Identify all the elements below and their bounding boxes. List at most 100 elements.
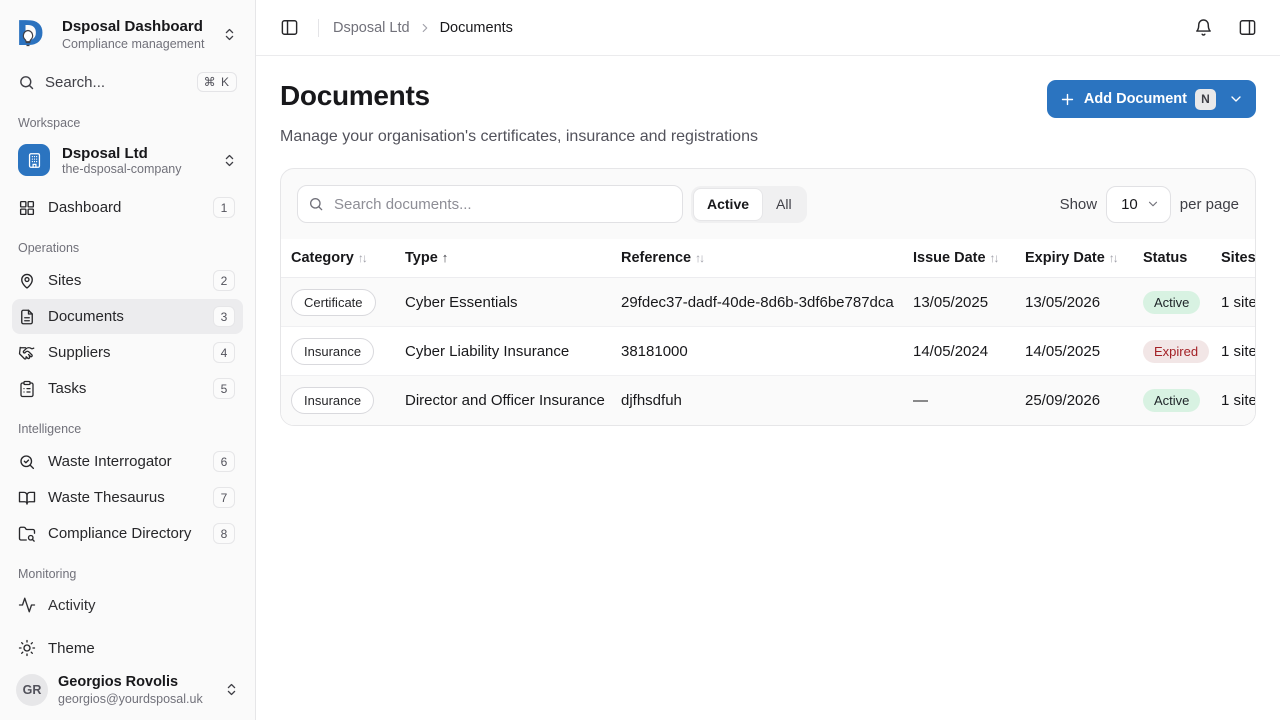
sidebar-item-compliance-directory[interactable]: Compliance Directory 8 — [12, 516, 243, 551]
chevrons-up-down-icon — [222, 27, 237, 42]
workspace-switcher[interactable]: Dsposal Ltd the-dsposal-company — [12, 138, 243, 182]
clipboard-list-icon — [18, 380, 36, 398]
map-pin-icon — [18, 272, 36, 290]
chevron-down-icon[interactable] — [1228, 91, 1244, 107]
issue-date-cell: — — [903, 376, 1015, 425]
tab-active[interactable]: Active — [693, 188, 763, 221]
handshake-icon — [18, 344, 36, 362]
sites-cell: 1 site — [1211, 376, 1256, 425]
panel-right-icon — [1238, 18, 1257, 37]
search-label: Search... — [45, 74, 187, 91]
page-size-value: 10 — [1121, 196, 1138, 213]
reference-cell: 38181000 — [611, 327, 903, 376]
chevron-down-icon — [1146, 197, 1160, 211]
shortcut-badge: 3 — [213, 306, 235, 327]
sidebar-item-waste-thesaurus[interactable]: Waste Thesaurus 7 — [12, 480, 243, 515]
dsposal-logo-icon: D — [16, 14, 52, 54]
status-badge: Expired — [1143, 340, 1209, 363]
expiry-date-cell: 14/05/2025 — [1015, 327, 1133, 376]
sidebar-item-label: Documents — [48, 308, 201, 325]
sidebar-item-tasks[interactable]: Tasks 5 — [12, 371, 243, 406]
sidebar-item-label: Waste Thesaurus — [48, 489, 201, 506]
documents-search-input[interactable] — [297, 185, 683, 223]
column-header-category[interactable]: Category↑↓ — [281, 239, 395, 278]
column-header-status: Status — [1133, 239, 1211, 278]
sort-icon: ↑↓ — [1109, 251, 1117, 265]
sidebar-item-sites[interactable]: Sites 2 — [12, 263, 243, 298]
workspace-slug: the-dsposal-company — [62, 162, 210, 176]
dashboard-icon — [18, 199, 36, 217]
intelligence-section-label: Intelligence — [12, 422, 243, 436]
sidebar-item-label: Compliance Directory — [48, 525, 201, 542]
panel-left-icon — [280, 18, 299, 37]
documents-card: Active All Show 10 per page — [280, 168, 1256, 426]
app-switcher[interactable]: D Dsposal Dashboard Compliance managemen… — [12, 10, 243, 64]
search-icon — [308, 196, 324, 212]
column-header-issue-date[interactable]: Issue Date↑↓ — [903, 239, 1015, 278]
workspace-section-label: Workspace — [12, 116, 243, 130]
right-panel-toggle-button[interactable] — [1232, 13, 1262, 43]
app-subtitle: Compliance management — [62, 37, 212, 51]
sidebar-search[interactable]: Search... ⌘ K — [12, 64, 243, 100]
column-header-expiry-date[interactable]: Expiry Date↑↓ — [1015, 239, 1133, 278]
tab-all[interactable]: All — [763, 188, 805, 221]
sort-icon: ↑↓ — [695, 251, 703, 265]
status-badge: Active — [1143, 291, 1200, 314]
add-document-shortcut-badge: N — [1195, 89, 1216, 110]
sidebar-item-documents[interactable]: Documents 3 — [12, 299, 243, 334]
reference-cell: djfhsdfuh — [611, 376, 903, 425]
table-row[interactable]: Certificate Cyber Essentials 29fdec37-da… — [281, 278, 1256, 327]
theme-toggle[interactable]: Theme — [12, 632, 243, 664]
shortcut-badge: 1 — [213, 197, 235, 218]
avatar: GR — [16, 674, 48, 706]
column-header-reference[interactable]: Reference↑↓ — [611, 239, 903, 278]
breadcrumb-parent[interactable]: Dsposal Ltd — [333, 20, 410, 36]
page-subtitle: Manage your organisation's certificates,… — [280, 128, 1256, 146]
sidebar-item-dashboard[interactable]: Dashboard 1 — [12, 190, 243, 225]
sidebar-nav: Workspace Dsposal Ltd the-dsposal-compan… — [12, 100, 243, 629]
documents-toolbar: Active All Show 10 per page — [281, 169, 1255, 239]
type-cell: Director and Officer Insurance — [395, 376, 611, 425]
search-shortcut-badge: ⌘ K — [197, 72, 237, 92]
expiry-date-cell: 25/09/2026 — [1015, 376, 1133, 425]
page-size-select[interactable]: 10 — [1106, 186, 1171, 223]
sidebar-item-label: Suppliers — [48, 344, 201, 361]
add-document-button[interactable]: Add Document N — [1047, 80, 1256, 118]
sidebar-item-activity[interactable]: Activity — [12, 589, 243, 621]
sidebar-item-label: Tasks — [48, 380, 201, 397]
shortcut-badge: 4 — [213, 342, 235, 363]
status-cell: Expired — [1133, 327, 1211, 376]
sites-cell: 1 site — [1211, 278, 1256, 327]
sidebar-item-label: Waste Interrogator — [48, 453, 201, 470]
status-cell: Active — [1133, 376, 1211, 425]
per-page-label: per page — [1180, 196, 1239, 213]
activity-icon — [18, 596, 36, 614]
column-header-type[interactable]: Type↑ — [395, 239, 611, 278]
sidebar-item-suppliers[interactable]: Suppliers 4 — [12, 335, 243, 370]
notifications-button[interactable] — [1188, 13, 1218, 43]
search-icon — [18, 74, 35, 91]
category-badge: Certificate — [291, 289, 376, 316]
book-open-icon — [18, 489, 36, 507]
topbar-divider — [318, 19, 319, 37]
shortcut-badge: 5 — [213, 378, 235, 399]
status-filter-tabs: Active All — [691, 186, 807, 223]
category-cell: Certificate — [281, 278, 395, 327]
show-label: Show — [1060, 196, 1098, 213]
main-area: Dsposal Ltd Documents Documents — [256, 0, 1280, 720]
sidebar-item-waste-interrogator[interactable]: Waste Interrogator 6 — [12, 444, 243, 479]
add-document-label: Add Document — [1084, 91, 1187, 107]
sidebar: D Dsposal Dashboard Compliance managemen… — [0, 0, 256, 720]
reference-cell: 29fdec37-dadf-40de-8d6b-3df6be787dca — [611, 278, 903, 327]
column-header-sites: Sites — [1211, 239, 1256, 278]
table-row[interactable]: Insurance Cyber Liability Insurance 3818… — [281, 327, 1256, 376]
sidebar-item-label: Dashboard — [48, 199, 201, 216]
chevron-right-icon — [418, 21, 432, 35]
table-row[interactable]: Insurance Director and Officer Insurance… — [281, 376, 1256, 425]
plus-icon — [1059, 91, 1076, 108]
sidebar-item-label: Activity — [48, 597, 235, 614]
sort-icon: ↑↓ — [358, 251, 366, 265]
shortcut-badge: 8 — [213, 523, 235, 544]
sidebar-toggle-button[interactable] — [274, 13, 304, 43]
user-menu[interactable]: GR Georgios Rovolis georgios@yourdsposal… — [12, 665, 243, 710]
